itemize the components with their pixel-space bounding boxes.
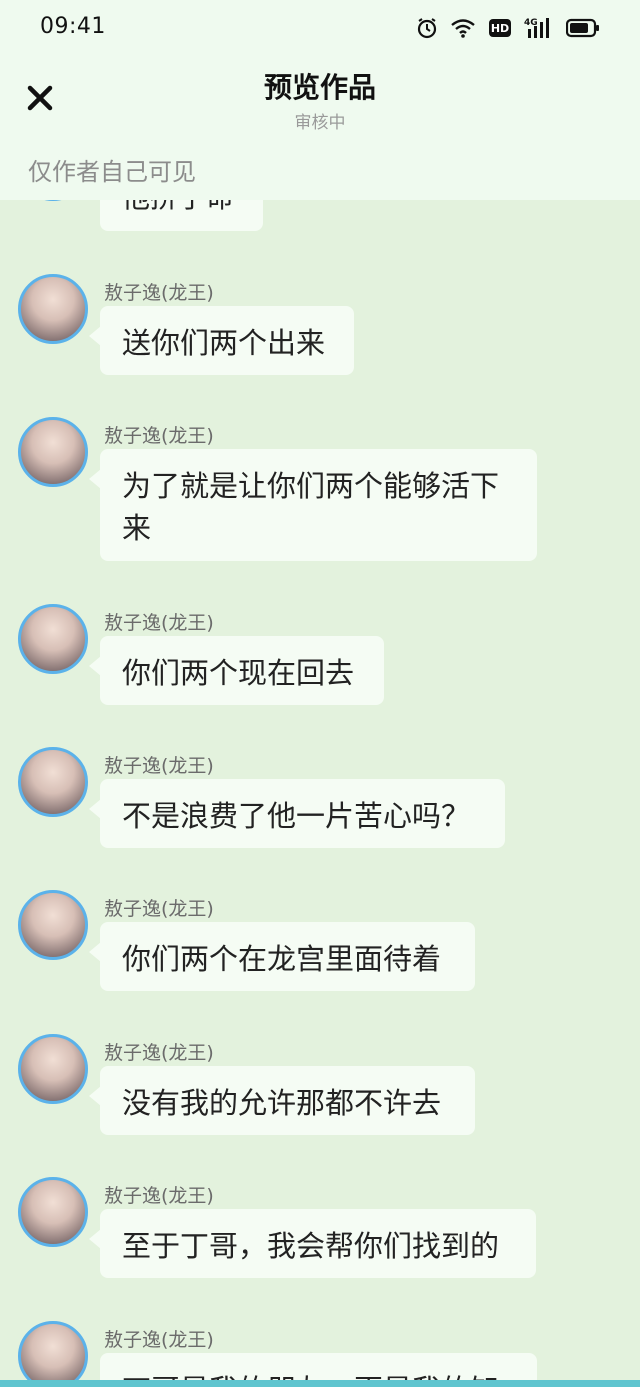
page-title: 预览作品	[263, 71, 376, 104]
avatar[interactable]	[18, 747, 88, 817]
avatar[interactable]	[18, 417, 88, 487]
message-bubble: 你们两个在龙宫里面待着	[89, 922, 475, 991]
hd-label: HD	[491, 22, 509, 35]
hd-icon: HD	[488, 17, 512, 39]
avatar[interactable]	[18, 1321, 88, 1387]
sender-name: 敖子逸(龙王)	[104, 612, 214, 634]
status-bar: 09:41 HD 4G	[0, 0, 640, 56]
avatar[interactable]	[18, 890, 88, 960]
sender-name: 敖子逸(龙王)	[104, 1042, 214, 1064]
signal-4g-icon: 4G	[524, 16, 554, 40]
wifi-icon	[450, 17, 476, 39]
sender-name: 敖子逸(龙王)	[104, 282, 214, 304]
message-bubble: 至于丁哥，我会帮你们找到的	[89, 1209, 536, 1278]
status-time: 09:41	[40, 14, 106, 39]
battery-icon	[566, 18, 600, 38]
visibility-notice: 仅作者自己可见	[28, 158, 196, 186]
review-status: 审核中	[294, 113, 346, 133]
avatar[interactable]	[18, 1034, 88, 1104]
status-icons: HD 4G	[416, 14, 600, 42]
message-bubble: 为了就是让你们两个能够活下来	[89, 449, 537, 561]
message-bubble: 不是浪费了他一片苦心吗？	[89, 779, 505, 848]
message-bubble: 没有我的允许那都不许去	[89, 1066, 475, 1135]
message-bubble: 送你们两个出来	[89, 306, 354, 375]
sender-name: 敖子逸(龙王)	[104, 898, 214, 920]
alarm-icon	[416, 17, 438, 39]
avatar[interactable]	[18, 604, 88, 674]
bottom-accent-bar	[0, 1380, 640, 1387]
sender-name: 敖子逸(龙王)	[104, 1185, 214, 1207]
sender-name: 敖子逸(龙王)	[104, 425, 214, 447]
message-bubble: 你们两个现在回去	[89, 636, 384, 705]
sender-name: 敖子逸(龙王)	[104, 755, 214, 777]
avatar[interactable]	[18, 274, 88, 344]
sender-name: 敖子逸(龙王)	[104, 1329, 214, 1351]
message-feed[interactable]: 他拼了命 敖子逸(龙王) 送你们两个出来 敖子逸(龙王) 为了就是让你们两个能够…	[0, 0, 640, 1387]
header: 预览作品 审核中 仅作者自己可见	[0, 56, 640, 200]
avatar[interactable]	[18, 1177, 88, 1247]
